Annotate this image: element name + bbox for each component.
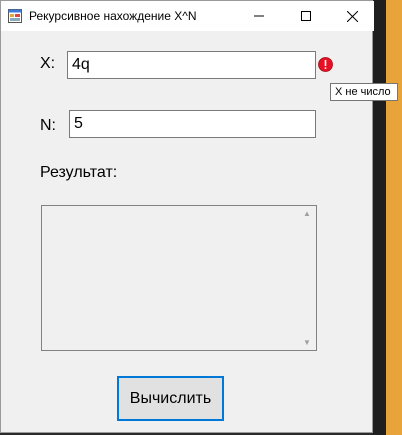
app-icon <box>8 9 22 23</box>
title-bar[interactable]: Рекурсивное нахождение X^N <box>1 1 374 31</box>
minimize-icon <box>254 15 264 17</box>
maximize-icon <box>301 11 311 21</box>
scroll-down-icon[interactable]: ▼ <box>303 338 311 347</box>
x-label: X: <box>40 55 56 72</box>
app-window: Рекурсивное нахождение X^N X: 4q X не чи… <box>0 0 398 433</box>
close-button[interactable] <box>329 1 375 31</box>
calculate-button[interactable]: Вычислить <box>117 376 224 421</box>
result-textarea[interactable]: ▲ ▼ <box>41 205 317 351</box>
x-input[interactable]: 4q <box>67 51 316 79</box>
n-label: N: <box>40 117 56 134</box>
background-window-edge <box>386 0 402 435</box>
scroll-up-icon[interactable]: ▲ <box>303 209 311 218</box>
error-tooltip: X не число <box>330 83 398 101</box>
window-shadow <box>373 0 386 435</box>
close-icon <box>346 10 358 22</box>
error-icon <box>318 57 333 72</box>
n-input[interactable]: 5 <box>69 110 316 138</box>
minimize-button[interactable] <box>236 1 282 31</box>
maximize-button[interactable] <box>283 1 329 31</box>
window-title: Рекурсивное нахождение X^N <box>29 9 197 23</box>
result-label: Результат: <box>40 164 118 181</box>
result-scrollbar[interactable]: ▲ ▼ <box>299 206 316 350</box>
